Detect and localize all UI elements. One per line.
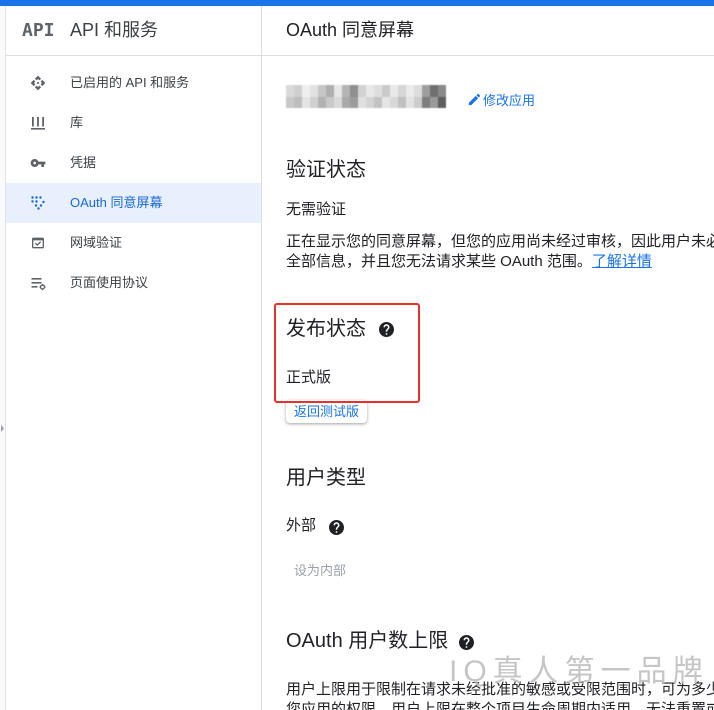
- sidebar-item-page-usage-agreements[interactable]: 页面使用协议: [6, 263, 261, 303]
- back-to-testing-button[interactable]: 返回测试版: [286, 400, 367, 423]
- verification-status-heading: 验证状态: [286, 159, 366, 181]
- page-usage-agreements-icon: [30, 275, 46, 291]
- verification-description-text: 全部信息，并且您无法请求某些 OAuth 范围。: [286, 253, 592, 270]
- page-header: OAuth 同意屏幕: [262, 6, 714, 56]
- key-icon: [30, 155, 46, 171]
- main-content: OAuth 同意屏幕 修改应用 验证状态 无需验证 正在显示您的同意屏幕，但您的…: [262, 6, 714, 710]
- library-icon: [30, 115, 46, 131]
- sidebar-item-label: 已启用的 API 和服务: [70, 75, 190, 90]
- sidebar-item-domain-verification[interactable]: 网域验证: [6, 223, 261, 263]
- pencil-icon: [468, 93, 481, 105]
- user-type-value: 外部: [286, 517, 317, 534]
- sidebar-item-credentials[interactable]: 凭据: [6, 143, 261, 183]
- app-name-redacted: [286, 85, 446, 108]
- publishing-status-heading: 发布状态: [286, 318, 366, 340]
- verification-description-line-2: 全部信息，并且您无法请求某些 OAuth 范围。了解详情: [286, 252, 714, 272]
- user-cap-help-icon[interactable]: [459, 635, 474, 650]
- sidebar-item-label: 库: [70, 115, 84, 130]
- user-cap-description-line-1: 用户上限用于限制在请求未经批准的敏感或受限范围时，可为多少: [286, 681, 714, 698]
- api-icon: [30, 75, 46, 91]
- sidebar-header: API API 和服务: [6, 6, 261, 56]
- make-internal-button[interactable]: 设为内部: [286, 559, 352, 583]
- verification-status-value: 无需验证: [286, 201, 347, 218]
- user-type-heading: 用户类型: [286, 467, 366, 489]
- sidebar-title: API 和服务: [70, 20, 159, 40]
- publishing-status-help-icon[interactable]: [379, 322, 394, 337]
- edit-app-label: 修改应用: [483, 92, 536, 108]
- edit-app-link[interactable]: 修改应用: [467, 87, 535, 111]
- api-logo: API: [22, 20, 55, 41]
- console-window: API API 和服务 已启用的 API 和服务 库 凭据 OAuth 同意屏幕…: [0, 0, 714, 710]
- consent-screen-icon: [30, 195, 46, 211]
- publishing-status-value: 正式版: [286, 369, 332, 386]
- sidebar-item-label: 页面使用协议: [70, 275, 149, 290]
- sidebar-nav: 已启用的 API 和服务 库 凭据 OAuth 同意屏幕 网域验证 页面使用协议: [6, 63, 261, 303]
- sidebar-item-oauth-consent-screen[interactable]: OAuth 同意屏幕: [6, 183, 261, 223]
- sidebar: API API 和服务 已启用的 API 和服务 库 凭据 OAuth 同意屏幕…: [6, 6, 262, 710]
- user-type-help-icon[interactable]: [329, 520, 344, 535]
- domain-verification-icon: [30, 235, 46, 251]
- user-cap-description-line-2: 您应用的权限。用户上限在整个项目生命周期内适用，无法重置或: [286, 701, 714, 710]
- sidebar-item-label: 网域验证: [70, 235, 123, 250]
- learn-more-link[interactable]: 了解详情: [592, 253, 652, 270]
- verification-description-line-1: 正在显示您的同意屏幕，但您的应用尚未经过审核，因此用户未必: [286, 233, 714, 250]
- page-title: OAuth 同意屏幕: [286, 20, 415, 40]
- sidebar-item-label: OAuth 同意屏幕: [70, 195, 163, 210]
- user-cap-heading: OAuth 用户数上限: [286, 630, 449, 652]
- sidebar-item-library[interactable]: 库: [6, 103, 261, 143]
- sidebar-item-enabled-apis[interactable]: 已启用的 API 和服务: [6, 63, 261, 103]
- sidebar-item-label: 凭据: [70, 155, 97, 170]
- expand-chevron-icon[interactable]: [0, 422, 5, 434]
